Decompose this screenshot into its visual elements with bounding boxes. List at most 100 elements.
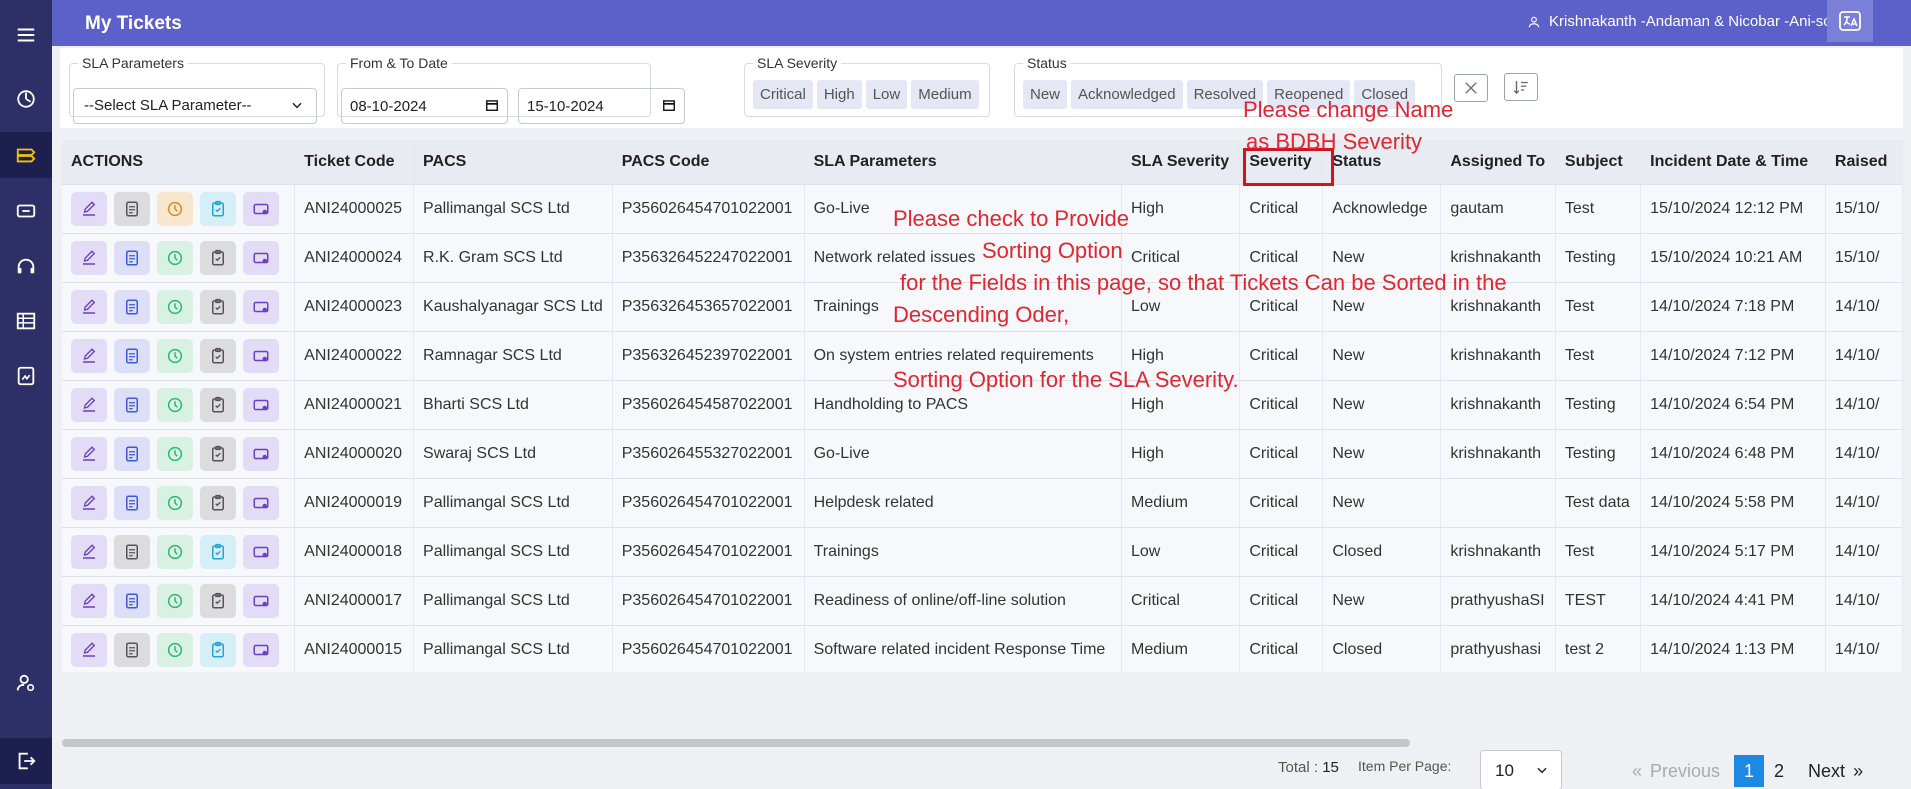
ticket-assign-icon[interactable] bbox=[243, 289, 279, 324]
details-icon[interactable] bbox=[114, 485, 150, 520]
edit-icon[interactable] bbox=[71, 583, 107, 618]
to-date-input[interactable]: 15-10-2024 bbox=[518, 88, 685, 124]
document-icon[interactable] bbox=[0, 353, 52, 399]
ticket-assign-icon[interactable] bbox=[243, 338, 279, 373]
page-1-button[interactable]: 1 bbox=[1734, 755, 1765, 787]
severity-chip-low[interactable]: Low bbox=[865, 80, 908, 109]
col-pacs-code[interactable]: PACS Code bbox=[612, 140, 805, 184]
clipboard-check-icon[interactable] bbox=[200, 338, 236, 373]
ticket-assign-icon[interactable] bbox=[243, 240, 279, 275]
clipboard-check-icon[interactable] bbox=[200, 583, 236, 618]
details-icon[interactable] bbox=[114, 289, 150, 324]
ticket-assign-icon[interactable] bbox=[243, 387, 279, 422]
severity-chip-critical[interactable]: Critical bbox=[753, 80, 813, 109]
status-chip-acknowledged[interactable]: Acknowledged bbox=[1071, 80, 1183, 109]
history-clock-icon[interactable] bbox=[157, 387, 193, 422]
table-row[interactable]: ANI24000020 Swaraj SCS Ltd P35602645532702… bbox=[62, 428, 1903, 478]
cell-sla-severity: Medium bbox=[1121, 624, 1241, 672]
history-clock-icon[interactable] bbox=[157, 289, 193, 324]
details-icon[interactable] bbox=[114, 387, 150, 422]
tickets-icon[interactable] bbox=[0, 132, 52, 178]
next-page-button[interactable]: Next » bbox=[1808, 761, 1863, 782]
sla-parameter-select[interactable]: --Select SLA Parameter-- bbox=[73, 88, 317, 124]
clipboard-check-icon[interactable] bbox=[200, 191, 236, 226]
report-icon[interactable] bbox=[0, 298, 52, 344]
previous-page-button[interactable]: « Previous bbox=[1632, 761, 1720, 782]
clear-filters-button[interactable] bbox=[1454, 74, 1488, 102]
table-row[interactable]: ANI24000017 Pallimangal SCS Ltd P356026454… bbox=[62, 575, 1903, 625]
cell-ticket-code: ANI24000017 bbox=[294, 575, 415, 625]
page-2-button[interactable]: 2 bbox=[1764, 755, 1794, 787]
raise-ticket-icon[interactable] bbox=[0, 188, 52, 234]
ticket-assign-icon[interactable] bbox=[243, 632, 279, 667]
edit-icon[interactable] bbox=[71, 534, 107, 569]
from-date-input[interactable]: 08-10-2024 bbox=[341, 88, 508, 124]
details-icon[interactable] bbox=[114, 338, 150, 373]
col-sla-severity[interactable]: SLA Severity bbox=[1121, 140, 1241, 184]
status-chip-new[interactable]: New bbox=[1023, 80, 1068, 109]
edit-icon[interactable] bbox=[71, 289, 107, 324]
logout-icon[interactable] bbox=[0, 738, 52, 784]
ticket-assign-icon[interactable] bbox=[243, 436, 279, 471]
col-pacs[interactable]: PACS bbox=[413, 140, 613, 184]
history-clock-icon[interactable] bbox=[157, 534, 193, 569]
dashboard-icon[interactable] bbox=[0, 76, 52, 122]
translate-button[interactable] bbox=[1827, 0, 1873, 42]
col-raised[interactable]: Raised bbox=[1825, 140, 1903, 184]
edit-icon[interactable] bbox=[71, 191, 107, 226]
user-info[interactable]: Krishnakanth -Andaman & Nicobar -Ani-sc bbox=[1527, 13, 1831, 30]
clipboard-check-icon[interactable] bbox=[200, 534, 236, 569]
calendar-icon[interactable] bbox=[662, 98, 676, 112]
details-icon[interactable] bbox=[114, 583, 150, 618]
edit-icon[interactable] bbox=[71, 485, 107, 520]
ticket-assign-icon[interactable] bbox=[243, 191, 279, 226]
cell-raised-date: 14/10/ bbox=[1825, 379, 1903, 429]
col-assigned-to[interactable]: Assigned To bbox=[1440, 140, 1556, 184]
table-row[interactable]: ANI24000018 Pallimangal SCS Ltd P356026454… bbox=[62, 526, 1903, 576]
horizontal-scrollbar[interactable] bbox=[62, 739, 1410, 747]
calendar-icon[interactable] bbox=[485, 98, 499, 112]
menu-icon[interactable] bbox=[0, 12, 52, 58]
edit-icon[interactable] bbox=[71, 387, 107, 422]
details-icon[interactable] bbox=[114, 436, 150, 471]
sort-button[interactable] bbox=[1504, 73, 1538, 101]
col-sla-parameters[interactable]: SLA Parameters bbox=[804, 140, 1123, 184]
history-clock-icon[interactable] bbox=[157, 191, 193, 226]
ticket-assign-icon[interactable] bbox=[243, 583, 279, 618]
details-icon[interactable] bbox=[114, 240, 150, 275]
table-row[interactable]: ANI24000019 Pallimangal SCS Ltd P356026454… bbox=[62, 477, 1903, 527]
details-icon[interactable] bbox=[114, 534, 150, 569]
clipboard-check-icon[interactable] bbox=[200, 289, 236, 324]
items-per-page-select[interactable]: 10 bbox=[1480, 750, 1562, 789]
table-row[interactable]: ANI24000015 Pallimangal SCS Ltd P356026454… bbox=[62, 624, 1903, 672]
details-icon[interactable] bbox=[114, 191, 150, 226]
sla-parameter-value: --Select SLA Parameter-- bbox=[84, 97, 252, 114]
history-clock-icon[interactable] bbox=[157, 436, 193, 471]
severity-chip-medium[interactable]: Medium bbox=[911, 80, 979, 109]
col-ticket-code[interactable]: Ticket Code bbox=[294, 140, 415, 184]
cell-raised-date: 14/10/ bbox=[1825, 330, 1903, 380]
clipboard-check-icon[interactable] bbox=[200, 485, 236, 520]
edit-icon[interactable] bbox=[71, 240, 107, 275]
ticket-assign-icon[interactable] bbox=[243, 534, 279, 569]
history-clock-icon[interactable] bbox=[157, 632, 193, 667]
edit-icon[interactable] bbox=[71, 338, 107, 373]
headset-icon[interactable] bbox=[0, 244, 52, 290]
severity-chip-high[interactable]: High bbox=[816, 80, 862, 109]
ticket-assign-icon[interactable] bbox=[243, 485, 279, 520]
history-clock-icon[interactable] bbox=[157, 583, 193, 618]
history-clock-icon[interactable] bbox=[157, 338, 193, 373]
clipboard-check-icon[interactable] bbox=[200, 632, 236, 667]
details-icon[interactable] bbox=[114, 632, 150, 667]
cell-assigned-to: krishnakanth bbox=[1440, 526, 1556, 576]
edit-icon[interactable] bbox=[71, 632, 107, 667]
clipboard-check-icon[interactable] bbox=[200, 387, 236, 422]
col-incident-date[interactable]: Incident Date & Time bbox=[1640, 140, 1826, 184]
user-settings-icon[interactable] bbox=[0, 660, 52, 706]
clipboard-check-icon[interactable] bbox=[200, 240, 236, 275]
col-subject[interactable]: Subject bbox=[1555, 140, 1642, 184]
history-clock-icon[interactable] bbox=[157, 485, 193, 520]
history-clock-icon[interactable] bbox=[157, 240, 193, 275]
clipboard-check-icon[interactable] bbox=[200, 436, 236, 471]
edit-icon[interactable] bbox=[71, 436, 107, 471]
